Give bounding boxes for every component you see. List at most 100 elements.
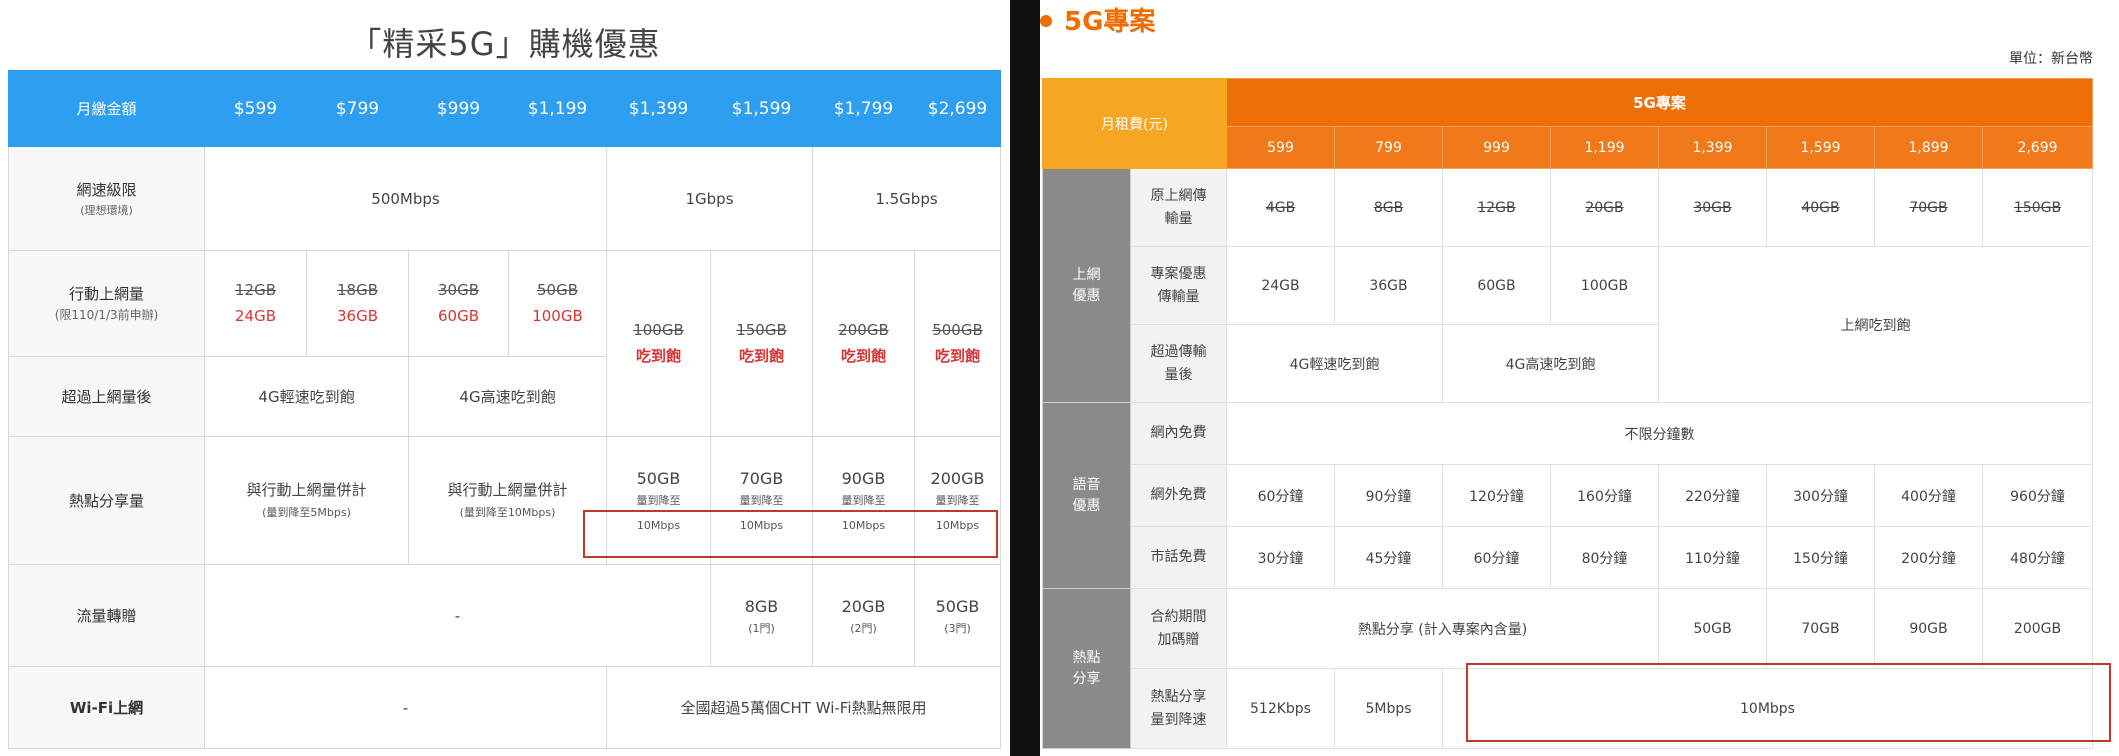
orig-cell: 12GB	[1442, 168, 1551, 247]
new-data: 24GB	[234, 306, 276, 325]
local-cell: 150分鐘	[1766, 526, 1875, 589]
hotspot-c2-sub: (量到降至10Mbps)	[459, 505, 556, 519]
after-limit-v2: 4G高速吃到飽	[408, 356, 607, 437]
orig-cell: 40GB	[1766, 168, 1875, 247]
orig-data-row: 上網優惠 原上網傳輸量 4GB 8GB 12GB 20GB 30GB 40GB …	[1042, 168, 2093, 403]
orig-cell: 150GB	[1982, 168, 2093, 247]
bonus-row: 熱點分享 合約期間加碼贈 熱點分享 (計入專案內含量) 50GB 70GB 90…	[1042, 588, 2093, 749]
hotspot-reduce: 量到降至	[739, 494, 784, 508]
right-panel: 5G專案 單位：新台幣 月租費(元) 5G專案 599 799 999 1,19…	[1040, 0, 2119, 756]
after-limit-v1: 4G輕速吃到飽	[204, 356, 409, 437]
promo-cell: 24GB	[1226, 246, 1335, 325]
price-cell: 1,599	[1766, 126, 1875, 169]
fee-label: 月租費(元)	[1042, 78, 1227, 169]
unl-text: 吃到飽	[635, 346, 681, 365]
hotspot-amount: 90GB	[841, 469, 886, 489]
unl-text: 吃到飽	[840, 346, 886, 365]
local-label: 市話免費	[1130, 526, 1227, 589]
hotspot-c1-sub: (量到降至5Mbps)	[262, 505, 351, 519]
offnet-cell: 300分鐘	[1766, 464, 1875, 527]
price-cell: 599	[1226, 126, 1335, 169]
row-label: 網速級限 (理想環境)	[8, 146, 205, 251]
unl-cell: 上網吃到飽	[1658, 246, 2093, 403]
bonus-text: 熱點分享 (計入專案內含量)	[1226, 588, 1659, 669]
header-row: 月繳金額 $599 $799 $999 $1,199 $1,399 $1,599…	[8, 70, 1001, 147]
mobile-data-sublabel: (限110/1/3前申辦)	[54, 307, 159, 322]
onnet-cell: 不限分鐘數	[1226, 402, 2093, 465]
local-cell: 80分鐘	[1550, 526, 1659, 589]
offnet-row: 網外免費 60分鐘 90分鐘 120分鐘 160分鐘 220分鐘 300分鐘 4…	[1043, 464, 2093, 527]
old-data: 50GB	[536, 281, 578, 299]
offnet-cell: 960分鐘	[1982, 464, 2093, 527]
old-data: 12GB	[234, 281, 276, 299]
price-cell: $999	[408, 70, 509, 147]
offnet-label: 網外免費	[1130, 464, 1227, 527]
price-cell: 2,699	[1982, 126, 2093, 169]
wifi-none: -	[204, 666, 607, 749]
price-cell: 999	[1442, 126, 1551, 169]
wifi-text: 全國超過5萬個CHT Wi-Fi熱點無限用	[606, 666, 1001, 749]
price-cell: 1,899	[1874, 126, 1983, 169]
local-cell: 480分鐘	[1982, 526, 2093, 589]
orig-cell: 4GB	[1226, 168, 1335, 247]
local-cell: 60分鐘	[1442, 526, 1551, 589]
orig-cell: 8GB	[1334, 168, 1443, 247]
wifi-label: Wi-Fi上網	[8, 666, 205, 749]
right-plan-table: 月租費(元) 5G專案 599 799 999 1,199 1,399 1,59…	[1042, 78, 2093, 749]
offnet-cell: 400分鐘	[1874, 464, 1983, 527]
bonus-cell: 90GB	[1874, 588, 1983, 669]
local-cell: 30分鐘	[1226, 526, 1335, 589]
left-title: 「精采5G」購機優惠	[349, 25, 661, 63]
speed-1g: 1Gbps	[606, 146, 813, 251]
bonus-cell: 50GB	[1658, 588, 1767, 669]
price-cell: 1,199	[1550, 126, 1659, 169]
data-cell: 50GB 100GB	[508, 250, 607, 357]
plan-label: 5G專案	[1226, 78, 2093, 127]
unl-cell: 200GB 吃到飽	[812, 250, 915, 437]
highlight-box	[583, 510, 998, 558]
promo-label: 專案優惠傳輸量	[1130, 246, 1227, 325]
bonus-cell: 200GB	[1982, 588, 2093, 669]
offnet-cell: 60分鐘	[1226, 464, 1335, 527]
hotspot-reduce: 量到降至	[841, 494, 886, 508]
transfer-cell: 50GB (3門)	[914, 564, 1001, 667]
offnet-cell: 120分鐘	[1442, 464, 1551, 527]
unl-cell: 100GB 吃到飽	[606, 250, 711, 437]
data-cell: 18GB 36GB	[306, 250, 409, 357]
right-title-wrap: 5G專案	[1040, 0, 1155, 50]
highlight-box	[1466, 663, 2111, 742]
new-data: 100GB	[532, 306, 583, 325]
price-cell: $1,199	[508, 70, 607, 147]
hotspot-c1-main: 與行動上網量併計	[246, 481, 367, 500]
transfer-sub: (3門)	[944, 621, 971, 635]
old-data: 150GB	[736, 321, 787, 339]
local-cell: 200分鐘	[1874, 526, 1983, 589]
transfer-none: -	[204, 564, 711, 667]
hs-speed-1: 512Kbps	[1226, 668, 1335, 749]
bonus-label: 合約期間加碼贈	[1130, 588, 1227, 669]
price-cell: $1,599	[710, 70, 813, 147]
orig-label: 原上網傳輸量	[1130, 168, 1227, 247]
promo-cell: 36GB	[1334, 246, 1443, 325]
hotspot-amount: 50GB	[636, 469, 681, 489]
plan-header-row: 月租費(元) 5G專案	[1042, 78, 2093, 169]
onnet-label: 網內免費	[1130, 402, 1227, 465]
price-cell: $2,699	[914, 70, 1001, 147]
voice-cat: 語音優惠	[1042, 402, 1131, 589]
hotspot-label: 熱點分享量	[8, 436, 205, 565]
price-cell: 1,399	[1658, 126, 1767, 169]
transfer-cell: 8GB (1門)	[710, 564, 813, 667]
price-cell: $1,399	[606, 70, 711, 147]
old-data: 100GB	[633, 321, 684, 339]
transfer-cell: 20GB (2門)	[812, 564, 915, 667]
transfer-sub: (1門)	[748, 621, 775, 635]
transfer-sub: (2門)	[850, 621, 877, 635]
right-title: 5G專案	[1064, 7, 1156, 37]
local-row: 市話免費 30分鐘 45分鐘 60分鐘 80分鐘 110分鐘 150分鐘 200…	[1043, 526, 2093, 589]
hs-speed-label: 熱點分享量到降速	[1130, 668, 1227, 749]
mobile-data-label: 行動上網量	[68, 284, 144, 303]
speed-1-5g: 1.5Gbps	[812, 146, 1001, 251]
orig-cell: 20GB	[1550, 168, 1659, 247]
over-v2: 4G高速吃到飽	[1442, 324, 1659, 403]
bonus-cell: 70GB	[1766, 588, 1875, 669]
